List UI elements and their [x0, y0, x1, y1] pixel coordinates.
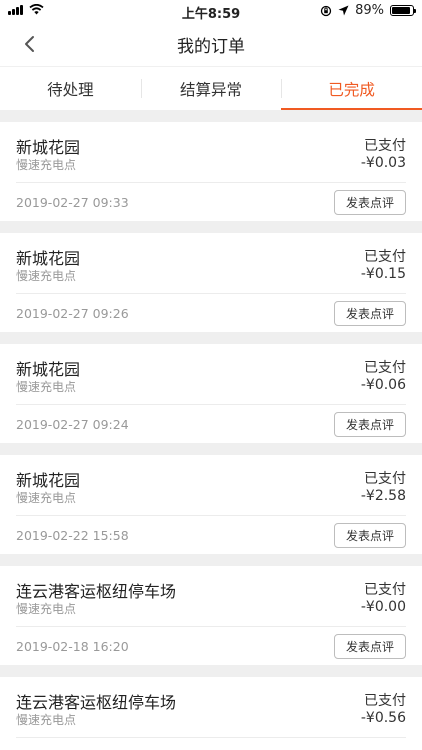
order-date: 2019-02-27 09:24: [16, 417, 129, 432]
order-amount: -¥0.15: [360, 266, 406, 282]
order-card[interactable]: 新城花园 慢速充电点 已支付 -¥0.06 2019-02-27 09:24 发表点评: [0, 344, 422, 443]
order-card[interactable]: 新城花园 慢速充电点 已支付 -¥0.15 2019-02-27 09:26 发表点评: [0, 233, 422, 332]
order-date: 2019-02-27 09:26: [16, 306, 129, 321]
order-card[interactable]: 连云港客运枢纽停车场 慢速充电点 已支付 -¥0.56: [0, 677, 422, 750]
order-card[interactable]: 新城花园 慢速充电点 已支付 -¥0.03 2019-02-27 09:33 发表点评: [0, 122, 422, 221]
order-amount: -¥0.03: [360, 155, 406, 171]
order-card[interactable]: 新城花园 慢速充电点 已支付 -¥2.58 2019-02-22 15:58 发表点评: [0, 455, 422, 554]
charger-type: 慢速充电点: [16, 380, 77, 394]
order-card[interactable]: 连云港客运枢纽停车场 慢速充电点 已支付 -¥0.00 2019-02-18 16:20…: [0, 566, 422, 665]
payment-status: 已支付: [364, 360, 406, 376]
status-bar: 上午8:59 89%: [0, 0, 422, 22]
order-card-header: 新城花园 慢速充电点 已支付 -¥0.15: [16, 233, 406, 293]
payment-status: 已支付: [364, 138, 406, 154]
post-review-button[interactable]: 发表点评: [334, 190, 406, 215]
order-card-footer: 2019-02-18 16:20 发表点评: [16, 626, 406, 665]
charger-type: 慢速充电点: [16, 713, 77, 727]
station-name: 新城花园: [16, 138, 81, 157]
tab-completed[interactable]: 已完成: [281, 67, 422, 110]
back-chevron-icon: [25, 36, 34, 52]
order-amount: -¥0.06: [360, 377, 406, 393]
page-title: 我的订单: [177, 36, 245, 57]
tab-pending[interactable]: 待处理: [0, 67, 141, 110]
order-card-header: 连云港客运枢纽停车场 慢速充电点 已支付 -¥0.00: [16, 566, 406, 626]
payment-status: 已支付: [364, 471, 406, 487]
order-date: 2019-02-18 16:20: [16, 639, 129, 654]
order-amount: -¥0.56: [360, 710, 406, 726]
charger-type: 慢速充电点: [16, 269, 77, 283]
order-amount: -¥0.00: [360, 599, 406, 615]
payment-status: 已支付: [364, 582, 406, 598]
battery-icon: [390, 5, 416, 16]
nav-bar: 我的订单: [0, 22, 422, 66]
charger-type: 慢速充电点: [16, 602, 77, 616]
payment-status: 已支付: [364, 693, 406, 709]
order-card-footer: 2019-02-27 09:24 发表点评: [16, 404, 406, 443]
order-card-header: 新城花园 慢速充电点 已支付 -¥0.06: [16, 344, 406, 404]
order-card-footer: 2019-02-27 09:26 发表点评: [16, 293, 406, 332]
order-list: 新城花园 慢速充电点 已支付 -¥0.03 2019-02-27 09:33 发表点评 新城…: [0, 122, 422, 750]
battery-percent: 89%: [355, 3, 384, 18]
orientation-lock-icon: [320, 5, 332, 16]
station-name: 新城花园: [16, 360, 81, 379]
tab-bar: 待处理 结算异常 已完成: [0, 66, 422, 110]
post-review-button[interactable]: 发表点评: [334, 412, 406, 437]
battery-fill: [392, 7, 410, 14]
post-review-button[interactable]: 发表点评: [334, 634, 406, 659]
status-right: 89%: [320, 3, 416, 18]
order-card-footer: [16, 737, 406, 750]
order-date: 2019-02-27 09:33: [16, 195, 129, 210]
station-name: 新城花园: [16, 471, 81, 490]
order-date: 2019-02-22 15:58: [16, 528, 129, 543]
back-button[interactable]: [14, 28, 44, 60]
station-name: 新城花园: [16, 249, 81, 268]
charger-type: 慢速充电点: [16, 158, 77, 172]
post-review-button[interactable]: 发表点评: [334, 301, 406, 326]
order-card-footer: 2019-02-27 09:33 发表点评: [16, 182, 406, 221]
station-name: 连云港客运枢纽停车场: [16, 693, 177, 712]
tab-settlement-exception[interactable]: 结算异常: [140, 67, 282, 110]
order-amount: -¥2.58: [360, 488, 406, 504]
location-arrow-icon: [338, 5, 349, 16]
station-name: 连云港客运枢纽停车场: [16, 582, 177, 601]
payment-status: 已支付: [364, 249, 406, 265]
post-review-button[interactable]: 发表点评: [334, 523, 406, 548]
order-card-header: 新城花园 慢速充电点 已支付 -¥2.58: [16, 455, 406, 515]
order-card-header: 连云港客运枢纽停车场 慢速充电点 已支付 -¥0.56: [16, 677, 406, 737]
order-card-footer: 2019-02-22 15:58 发表点评: [16, 515, 406, 554]
order-card-header: 新城花园 慢速充电点 已支付 -¥0.03: [16, 122, 406, 182]
charger-type: 慢速充电点: [16, 491, 77, 505]
